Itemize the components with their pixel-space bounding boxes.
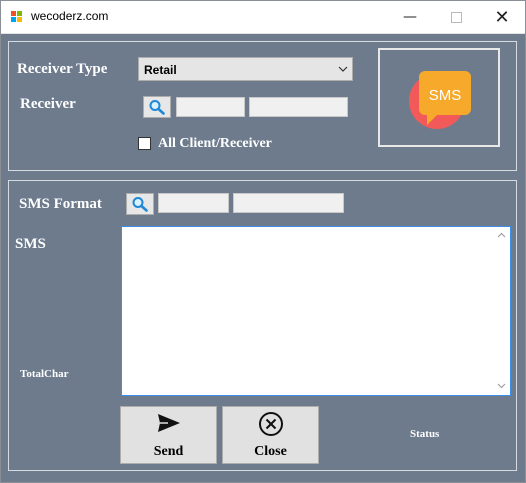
- sms-format-code-field[interactable]: [158, 193, 229, 213]
- total-char-label: TotalChar: [20, 368, 69, 380]
- receiver-label: Receiver: [20, 96, 76, 112]
- all-client-label: All Client/Receiver: [158, 136, 272, 151]
- sms-format-name-field[interactable]: [233, 193, 344, 213]
- sms-label: SMS: [15, 236, 46, 252]
- send-icon: [158, 414, 180, 432]
- send-button[interactable]: Send: [120, 406, 217, 464]
- sms-logo: SMS: [378, 48, 500, 147]
- send-button-label: Send: [153, 444, 184, 459]
- maximize-icon: [450, 11, 462, 23]
- sms-textarea[interactable]: [121, 226, 511, 396]
- close-button-label: Close: [254, 444, 287, 459]
- close-form-button[interactable]: Close: [222, 406, 319, 464]
- logo-text: SMS: [429, 87, 462, 104]
- sms-format-search-button[interactable]: [126, 193, 154, 215]
- minimize-button[interactable]: —: [387, 1, 433, 33]
- maximize-button[interactable]: [433, 1, 479, 33]
- receiver-type-select[interactable]: Retail: [138, 57, 353, 81]
- search-icon: [132, 197, 148, 212]
- app-icon: [11, 11, 22, 22]
- close-circle-icon: [259, 412, 283, 436]
- scroll-up-icon[interactable]: [497, 231, 506, 240]
- sms-format-label: SMS Format: [19, 196, 102, 212]
- app-window: wecoderz.com — ✕ Receiver Type Retail Re…: [0, 0, 526, 483]
- sms-bubble-icon: SMS: [409, 71, 471, 129]
- title-bar[interactable]: wecoderz.com — ✕: [1, 1, 525, 34]
- receiver-type-label: Receiver Type: [17, 61, 108, 77]
- sms-scrollbar[interactable]: [493, 227, 510, 395]
- window-title: wecoderz.com: [31, 9, 109, 23]
- receiver-name-field[interactable]: [249, 97, 348, 117]
- receiver-code-field[interactable]: [176, 97, 245, 117]
- receiver-type-value: Retail: [144, 63, 177, 77]
- minimize-icon: —: [403, 9, 417, 25]
- receiver-search-button[interactable]: [143, 96, 171, 118]
- close-icon: ✕: [494, 6, 510, 28]
- scroll-down-icon[interactable]: [497, 381, 506, 390]
- status-label: Status: [410, 428, 440, 440]
- all-client-checkbox[interactable]: [138, 137, 151, 150]
- chevron-down-icon: [338, 66, 348, 72]
- window-close-button[interactable]: ✕: [479, 1, 525, 33]
- search-icon: [149, 100, 165, 115]
